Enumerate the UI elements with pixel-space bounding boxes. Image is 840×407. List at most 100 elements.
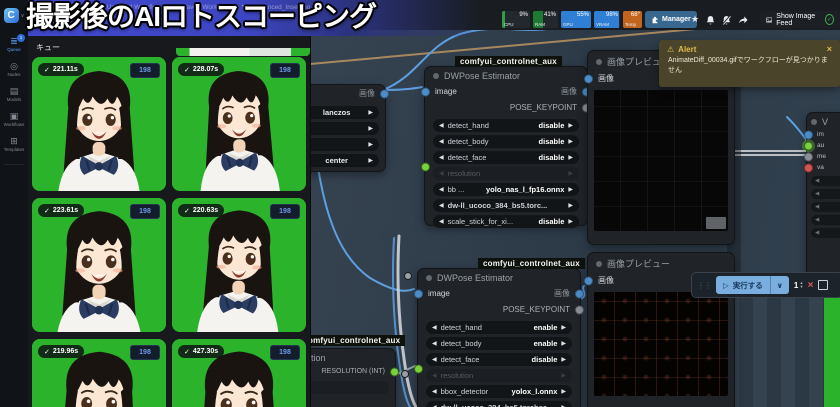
node-resolution-partial[interactable]: omfyui_controlnet_aux ution RESOLUTION (…	[300, 348, 396, 407]
node-widget[interactable]: ◀ detect_hand disable ▶	[433, 119, 579, 132]
node-widget[interactable]: ◀ detect_body enable ▶	[426, 337, 572, 350]
collapse-dot[interactable]	[596, 261, 602, 267]
arrow-right-icon[interactable]: ▶	[568, 218, 573, 225]
node-widget[interactable]: ◀ dw-ll_ucoco_384_bs5.torc... ▶	[433, 199, 579, 212]
node-widget[interactable]: ◀ detect_hand enable ▶	[426, 321, 572, 334]
queue-result-card[interactable]: ✓ 228.07s 198	[172, 57, 306, 191]
node-widget[interactable]: ◀	[811, 189, 840, 199]
arrow-left-icon[interactable]: ◀	[439, 186, 444, 193]
output-image-dot[interactable]	[380, 89, 389, 98]
queue-result-card[interactable]: ✓ 223.61s 198	[32, 198, 166, 332]
arrow-right-icon[interactable]: ▶	[368, 109, 373, 116]
manager-button[interactable]: Manager	[645, 11, 697, 28]
node-video-combine-partial[interactable]: V im au me va	[806, 112, 840, 286]
sidebar-item[interactable]: ◎ Nodes	[0, 57, 28, 82]
node-widget[interactable]: ◀ scale_stick_for_xi... disable ▶	[433, 215, 579, 228]
arrow-left-icon[interactable]: ◀	[432, 372, 437, 379]
collapse-dot[interactable]	[811, 119, 817, 125]
node-widget[interactable]: ◀ dw-ll_ucoco_384_bs5.torchsc... ▶	[426, 401, 572, 407]
arrow-right-icon[interactable]: ▶	[568, 170, 573, 177]
node-widget[interactable]: ▶	[303, 138, 379, 151]
input-resolution-dot[interactable]	[421, 163, 430, 172]
arrow-right-icon[interactable]: ▶	[568, 122, 573, 129]
show-image-feed-toggle[interactable]: Show Image Feed ✓	[760, 11, 840, 28]
sidebar-item[interactable]: ▤ Models	[0, 82, 28, 107]
queue-result-card[interactable]: ✓ 221.11s 198	[32, 57, 166, 191]
arrow-right-icon[interactable]: ▶	[368, 157, 373, 164]
chevron-down-icon[interactable]: ∨	[21, 13, 25, 19]
input-image-dot[interactable]	[414, 289, 423, 298]
input-dot[interactable]	[804, 130, 813, 139]
input-dot[interactable]	[804, 152, 813, 161]
node-widget[interactable]: ◀	[811, 228, 840, 238]
star-icon[interactable]: ★	[691, 15, 699, 24]
arrow-right-icon[interactable]: ▶	[368, 141, 373, 148]
sidebar-item[interactable]: ≣ Queue 1	[0, 32, 28, 57]
node-widget[interactable]: ◀	[811, 176, 840, 186]
bell-icon[interactable]	[706, 15, 715, 25]
node-widget[interactable]: lanczos ▶	[303, 106, 379, 119]
comfyui-logo[interactable]: C	[4, 8, 19, 23]
queue-result-card[interactable]: ✓ 219.96s 198	[32, 339, 166, 407]
chevron-down-icon[interactable]: ∨	[771, 281, 789, 290]
input-image-dot[interactable]	[421, 87, 430, 96]
collapse-dot[interactable]	[426, 275, 432, 281]
arrow-left-icon[interactable]: ◀	[439, 218, 444, 225]
cancel-icon[interactable]: ×	[808, 280, 814, 291]
node-widget[interactable]: ◀	[811, 202, 840, 212]
arrow-left-icon[interactable]: ◀	[432, 388, 437, 395]
node-dwpose-estimator-1[interactable]: comfyui_controlnet_aux DWPose Estimator …	[424, 66, 588, 226]
node-widget[interactable]: ◀	[811, 215, 840, 225]
arrow-right-icon[interactable]: ▶	[561, 324, 566, 331]
drag-handle[interactable]: ⋮⋮	[697, 281, 711, 290]
sidebar-item[interactable]: ⊞ Templates	[0, 132, 28, 157]
arrow-right-icon[interactable]: ▶	[561, 340, 566, 347]
node-widget[interactable]: ◀ bbox_detector yolox_l.onnx ▶	[426, 385, 572, 398]
run-button[interactable]: ▷ 実行する ∨	[716, 276, 789, 294]
queue-result-card[interactable]: ✓ 220.63s 198	[172, 198, 306, 332]
arrow-left-icon[interactable]: ◀	[439, 170, 444, 177]
input-dot[interactable]	[804, 163, 813, 172]
output-pose-dot[interactable]	[575, 305, 584, 314]
arrow-right-icon[interactable]: ▶	[568, 154, 573, 161]
bell-off-icon[interactable]	[722, 15, 731, 25]
node-widget[interactable]: ◀ detect_body disable ▶	[433, 135, 579, 148]
input-resolution-dot[interactable]	[414, 365, 423, 374]
arrow-left-icon[interactable]: ◀	[439, 202, 444, 209]
stop-icon[interactable]	[818, 280, 828, 290]
close-icon[interactable]: ×	[827, 44, 832, 54]
node-widget[interactable]: ◀ resolution ▶	[433, 167, 579, 180]
collapse-dot[interactable]	[596, 59, 602, 65]
arrow-right-icon[interactable]: ▶	[561, 388, 566, 395]
queue-result-card[interactable]: ✓ 427.30s 198	[172, 339, 306, 407]
arrow-right-icon[interactable]: ▶	[568, 138, 573, 145]
stepper-arrows[interactable]: ▴ ▾	[800, 281, 802, 289]
arrow-right-icon[interactable]: ▶	[368, 125, 373, 132]
arrow-left-icon[interactable]: ◀	[439, 138, 444, 145]
node-widget[interactable]: ◀ resolution ▶	[426, 369, 572, 382]
app-logo-row[interactable]: C ∨	[4, 8, 25, 23]
arrow-right-icon[interactable]: ▶	[568, 186, 573, 193]
node-widget[interactable]: ◀ detect_face disable ▶	[433, 151, 579, 164]
node-dwpose-estimator-2[interactable]: comfyui_controlnet_aux DWPose Estimator …	[417, 268, 581, 407]
sidebar-item[interactable]: ▣ Workflows	[0, 107, 28, 132]
output-image-dot[interactable]	[575, 289, 584, 298]
node-widget[interactable]: ◀ bb ... yolo_nas_l_fp16.onnx ▶	[433, 183, 579, 196]
output-resolution-dot[interactable]	[390, 367, 399, 376]
feed-enabled-check-icon[interactable]: ✓	[825, 14, 834, 25]
input-dot[interactable]	[804, 141, 813, 150]
arrow-right-icon[interactable]: ▶	[561, 356, 566, 363]
share-icon[interactable]	[738, 15, 748, 24]
arrow-right-icon[interactable]: ▶	[561, 372, 566, 379]
input-image-dot[interactable]	[584, 74, 593, 83]
arrow-right-icon[interactable]: ▶	[568, 202, 573, 209]
arrow-left-icon[interactable]: ◀	[439, 154, 444, 161]
node-widget[interactable]: ◀ detect_face disable ▶	[426, 353, 572, 366]
arrow-left-icon[interactable]: ◀	[432, 340, 437, 347]
node-widget[interactable]	[307, 381, 389, 394]
node-widget[interactable]: ▶	[303, 122, 379, 135]
arrow-left-icon[interactable]: ◀	[439, 122, 444, 129]
arrow-left-icon[interactable]: ◀	[432, 324, 437, 331]
collapse-dot[interactable]	[433, 73, 439, 79]
resize-handle[interactable]	[706, 217, 726, 229]
